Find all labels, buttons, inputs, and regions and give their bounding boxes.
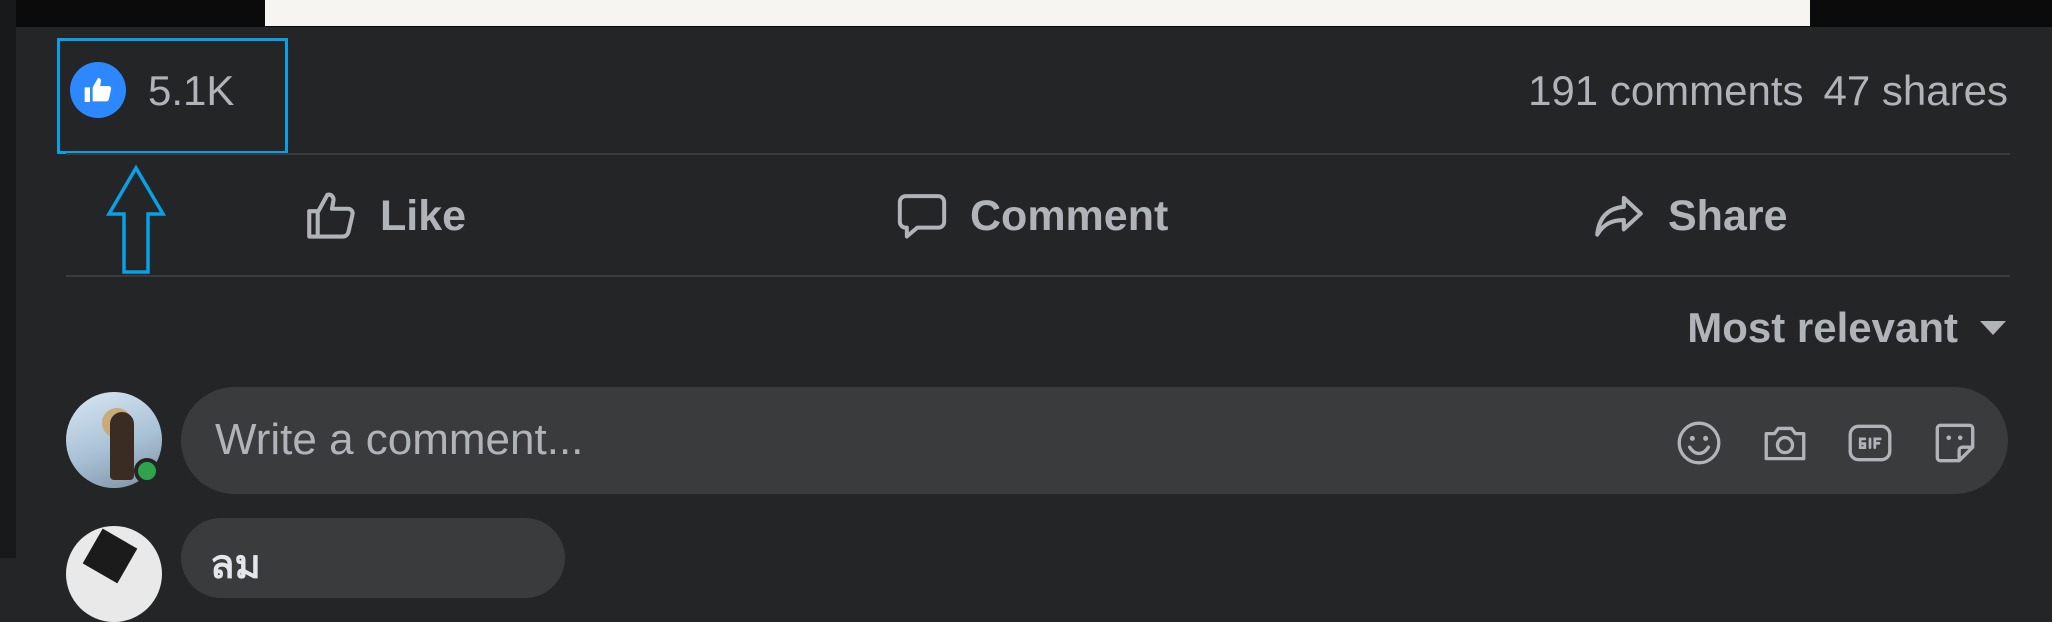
- comments-count-link[interactable]: 191 comments: [1528, 67, 1803, 114]
- divider: [66, 275, 2010, 277]
- comment-button-label: Comment: [970, 191, 1169, 240]
- comment-button[interactable]: Comment: [894, 184, 1168, 248]
- divider: [66, 153, 2010, 155]
- like-button[interactable]: Like: [302, 184, 466, 248]
- share-arrow-icon: [1595, 195, 1643, 237]
- shares-count-link[interactable]: 47 shares: [1824, 67, 2008, 114]
- post-media-image[interactable]: [265, 0, 1810, 26]
- caret-down-icon: [1980, 321, 2006, 335]
- up-arrow-icon: [105, 164, 167, 274]
- comment-sort-dropdown[interactable]: Most relevant: [1687, 304, 2008, 352]
- commenter-name[interactable]: ลม: [210, 532, 261, 596]
- sticker-icon[interactable]: [1929, 417, 1981, 469]
- highlight-box: [57, 38, 288, 154]
- camera-icon[interactable]: [1759, 417, 1811, 469]
- comment-sort-label: Most relevant: [1687, 304, 1958, 351]
- gif-icon[interactable]: [1844, 417, 1896, 469]
- emoji-icon[interactable]: [1673, 417, 1725, 469]
- comment-composer: [181, 387, 2008, 494]
- commenter-avatar[interactable]: [66, 526, 162, 622]
- comment-bubble-icon: [897, 194, 947, 239]
- share-button[interactable]: Share: [1590, 184, 1788, 248]
- thumbs-up-icon: [307, 192, 355, 239]
- share-button-label: Share: [1668, 191, 1788, 240]
- comment-input[interactable]: [215, 415, 1615, 465]
- like-button-label: Like: [380, 191, 467, 240]
- online-status-indicator: [134, 458, 160, 484]
- engagement-counts: 191 comments 47 shares: [1528, 66, 2008, 116]
- left-edge: [0, 0, 16, 558]
